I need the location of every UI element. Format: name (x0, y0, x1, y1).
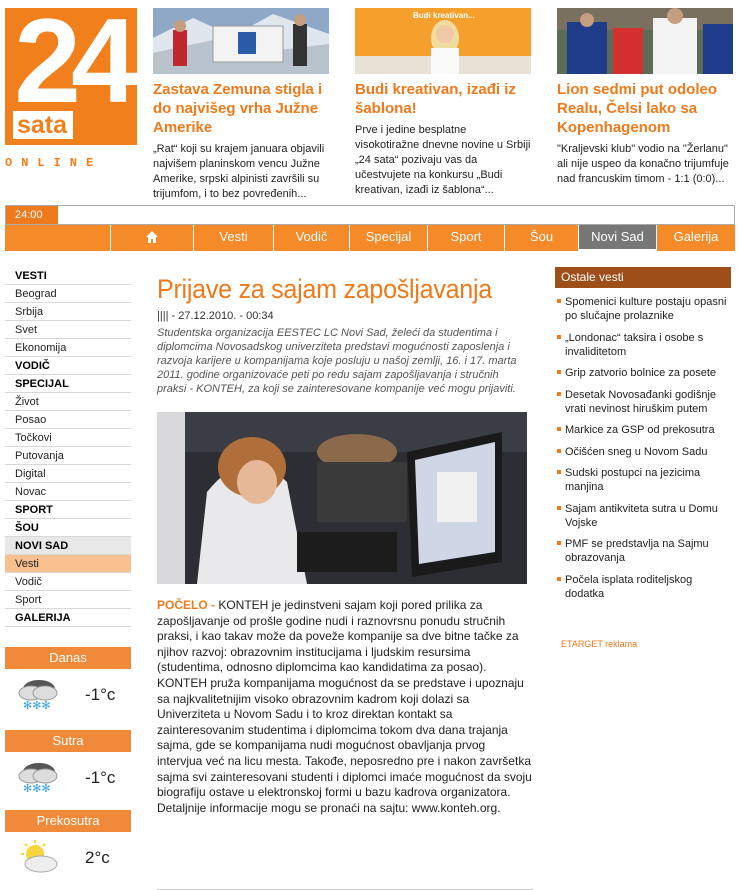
weather-row: 2°c (5, 832, 131, 882)
main-nav: Vesti Vodič Specijal Sport Šou Novi Sad … (5, 225, 735, 251)
sidebar-item-posao[interactable]: Posao (5, 411, 131, 429)
svg-text:✻✻✻: ✻✻✻ (23, 782, 51, 795)
teaser-1-text: „Rat“ koji su krajem januara objavili na… (153, 143, 325, 200)
sidebar-item-novi-sad-vodic[interactable]: Vodič (5, 573, 131, 591)
teaser-2-text: Prve i jedine besplatne visokotiražne dn… (355, 124, 531, 196)
weather-day-label: Sutra (5, 730, 131, 752)
article-title: Prijave za sajam zapošljavanja (157, 274, 492, 304)
logo-number: 24 (14, 8, 137, 128)
nav-sou[interactable]: Šou (504, 225, 578, 251)
weather-tomorrow: Sutra ✻✻✻ -1°c (5, 730, 131, 802)
other-news-item[interactable]: Očišćen sneg u Novom Sadu (555, 445, 731, 459)
home-icon (146, 231, 158, 243)
sidebar-item-novi-sad-sport[interactable]: Sport (5, 591, 131, 609)
sidebar-item-putovanja[interactable]: Putovanja (5, 447, 131, 465)
nav-specijal[interactable]: Specijal (349, 225, 427, 251)
teaser-2-image-caption: Budi kreativan... (413, 11, 475, 20)
sidebar-item-novi-sad-vesti[interactable]: Vesti (5, 555, 131, 573)
nav-vesti[interactable]: Vesti (193, 225, 273, 251)
nav-vodic[interactable]: Vodič (273, 225, 349, 251)
sidebar-item-galerija[interactable]: GALERIJA (5, 609, 131, 627)
snow-cloud-icon: ✻✻✻ (18, 763, 58, 795)
weather-row: ✻✻✻ -1°c (5, 752, 131, 802)
sidebar-item-specijal[interactable]: SPECIJAL (5, 375, 131, 393)
logo-word: sata (13, 111, 74, 139)
weather-today: Danas ✻✻✻ -1°c (5, 647, 131, 719)
sidebar-item-digital[interactable]: Digital (5, 465, 131, 483)
news-ticker: 24:00 (5, 205, 735, 225)
teaser-2-title[interactable]: Budi kreativan, izađi iz šablona! (355, 80, 531, 118)
teaser-2-photo[interactable]: Budi kreativan... (355, 8, 531, 74)
other-news-item[interactable]: Sajam antikviteta sutra u Domu Vojske (555, 502, 731, 530)
sun-cloud-icon (21, 840, 58, 873)
teaser-1-title[interactable]: Zastava Zemuna stigla i do najvišeg vrha… (153, 80, 329, 137)
logo-sub: ONLINE (5, 156, 103, 170)
teaser-3-title[interactable]: Lion sedmi put odoleo Realu, Čelsi lako … (557, 80, 733, 137)
sidebar-item-sou[interactable]: ŠOU (5, 519, 131, 537)
article-photo (157, 412, 527, 584)
weather-row: ✻✻✻ -1°c (5, 669, 131, 719)
nav-home[interactable] (110, 225, 193, 251)
nav-sport[interactable]: Sport (427, 225, 504, 251)
sidebar-item-svet[interactable]: Svet (5, 321, 131, 339)
other-news-item[interactable]: Grip zatvorio bolnice za posete (555, 366, 731, 380)
article-kicker: POČELO - (157, 598, 219, 612)
other-news-item[interactable]: Spomenici kulture postaju opasni po sluč… (555, 295, 731, 323)
other-news-item[interactable]: PMF se predstavlja na Sajmu obrazovanja (555, 537, 731, 565)
nav-novi-sad[interactable]: Novi Sad (578, 225, 656, 251)
logo-box: 24 sata (5, 8, 137, 145)
etarget-ad-link[interactable]: ETARGET reklama (555, 639, 731, 649)
weather-day-label: Prekosutra (5, 810, 131, 832)
teaser-3-text: "Kraljevski klub" vodio na "Žerlanu" ali… (557, 143, 729, 185)
snow-cloud-icon: ✻✻✻ (18, 680, 58, 712)
other-news-item[interactable]: Desetak Novosađanki godišnje vrati nevin… (555, 388, 731, 416)
teaser-3-photo[interactable] (557, 8, 733, 74)
article-date: |||| - 27.12.2010. - 00:34 (157, 310, 274, 322)
sidebar-item-zivot[interactable]: Život (5, 393, 131, 411)
right-column: Ostale vesti Spomenici kulture postaju o… (555, 267, 731, 649)
sidebar-item-ekonomija[interactable]: Ekonomija (5, 339, 131, 357)
sidebar-item-novac[interactable]: Novac (5, 483, 131, 501)
article-body-text: KONTEH je jedinstveni sajam koji pored p… (157, 598, 532, 815)
article-lead: Studentska organizacija EESTEC LC Novi S… (157, 327, 517, 395)
article: Prijave za sajam zapošljavanja |||| - 27… (146, 264, 538, 890)
site-logo[interactable]: 24 sata ONLINE (5, 8, 137, 170)
nav-galerija[interactable]: Galerija (656, 225, 735, 251)
article-body: POČELO - KONTEH je jedinstveni sajam koj… (157, 598, 532, 816)
svg-text:✻✻✻: ✻✻✻ (23, 699, 51, 712)
sidebar-item-novi-sad[interactable]: NOVI SAD (5, 537, 131, 555)
ticker-time: 24:00 (6, 206, 58, 224)
weather-temp: 2°c (85, 848, 110, 867)
sidebar-item-tockovi[interactable]: Točkovi (5, 429, 131, 447)
other-news-header: Ostale vesti (555, 267, 731, 288)
other-news-item[interactable]: Sudski postupci na jezicima manjina (555, 466, 731, 494)
left-sidebar: VESTI Beograd Srbija Svet Ekonomija VODI… (5, 267, 131, 627)
teaser-1[interactable]: Zastava Zemuna stigla i do najvišeg vrha… (153, 8, 329, 202)
weather-temp: -1°c (85, 768, 116, 787)
teaser-1-photo[interactable] (153, 8, 329, 74)
other-news-item[interactable]: Počela isplata roditeljskog dodatka (555, 573, 731, 601)
teaser-2[interactable]: Budi kreativan... Budi kreativan, izađi … (355, 8, 531, 198)
sidebar-item-sport[interactable]: SPORT (5, 501, 131, 519)
other-news-list: Spomenici kulture postaju opasni po sluč… (555, 295, 731, 601)
sidebar-item-vodic[interactable]: VODIČ (5, 357, 131, 375)
weather-temp: -1°c (85, 685, 116, 704)
sidebar-item-beograd[interactable]: Beograd (5, 285, 131, 303)
weather-day-label: Danas (5, 647, 131, 669)
other-news-item[interactable]: Markice za GSP od prekosutra (555, 423, 731, 437)
sidebar-item-srbija[interactable]: Srbija (5, 303, 131, 321)
sidebar-item-vesti[interactable]: VESTI (5, 267, 131, 285)
teaser-3[interactable]: Lion sedmi put odoleo Realu, Čelsi lako … (557, 8, 733, 187)
other-news-item[interactable]: „Londonac“ taksira i osobe s invaliditet… (555, 331, 731, 359)
weather-day-after: Prekosutra 2°c (5, 810, 131, 882)
